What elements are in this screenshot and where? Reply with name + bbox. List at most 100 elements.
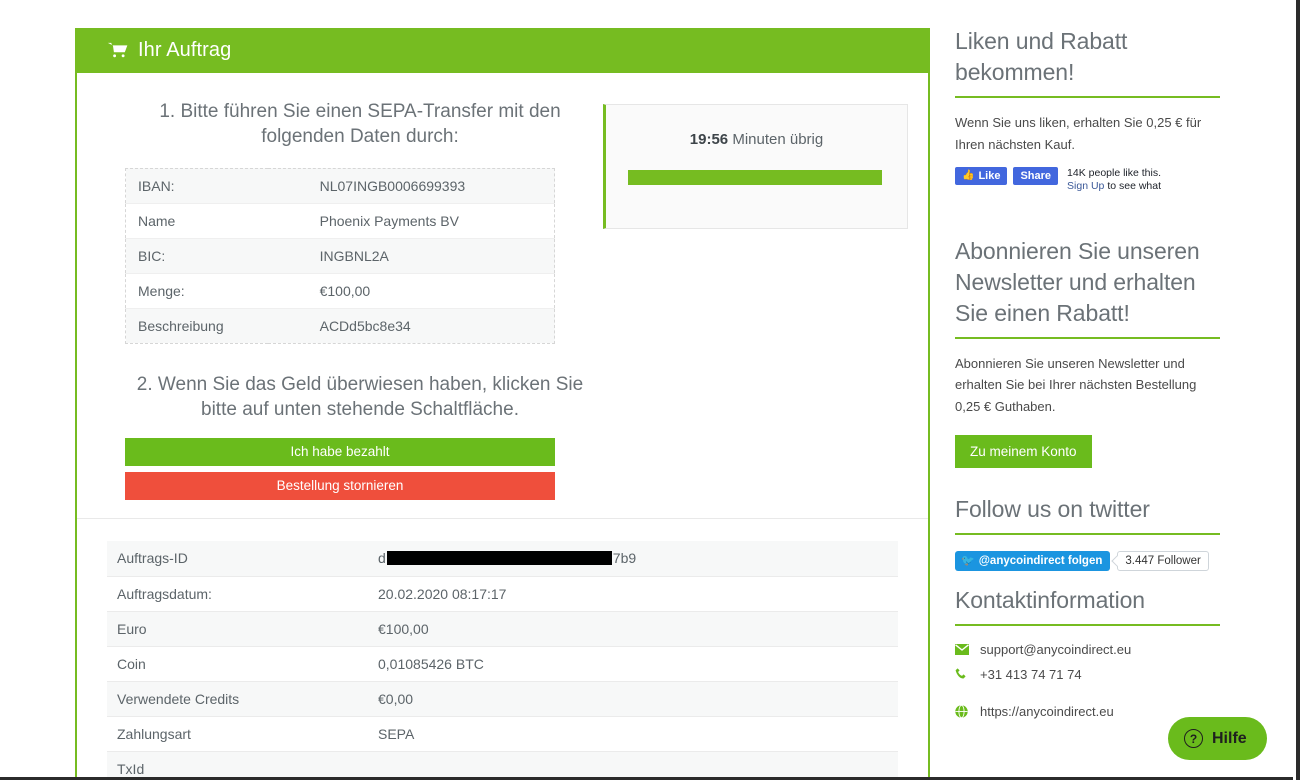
like-heading: Liken und Rabatt bekommen!	[955, 26, 1225, 88]
spacer	[955, 468, 1225, 494]
sepa-label: BIC:	[126, 238, 268, 273]
sidebar: Liken und Rabatt bekommen! Wenn Sie uns …	[955, 26, 1225, 729]
detail-label: Auftrags-ID	[107, 541, 378, 576]
like-count-line2-rest: to see what	[1104, 180, 1161, 192]
sepa-value: INGBNL2A	[268, 238, 555, 273]
sepa-instructions-column: 1. Bitte führen Sie einen SEPA-Transfer …	[97, 99, 595, 500]
table-row: Menge: €100,00	[126, 273, 555, 308]
sepa-value: ACDd5bc8e34	[268, 308, 555, 343]
page-root: Ihr Auftrag 1. Bitte führen Sie einen SE…	[0, 0, 1300, 780]
detail-value-order-id: d 7b9	[378, 541, 898, 576]
question-circle-icon: ?	[1184, 729, 1203, 748]
contact-phone-text: +31 413 74 71 74	[980, 667, 1082, 682]
panel-header: Ihr Auftrag	[75, 28, 930, 73]
table-row: Beschreibung ACDd5bc8e34	[126, 308, 555, 343]
twitter-follow-widget: 🐦 @anycoindirect folgen 3.447 Follower	[955, 551, 1225, 571]
sidebar-section-like: Liken und Rabatt bekommen! Wenn Sie uns …	[955, 26, 1225, 194]
contact-website-text: https://anycoindirect.eu	[980, 704, 1114, 719]
contact-phone-row[interactable]: +31 413 74 71 74	[955, 667, 1225, 682]
detail-label: Verwendete Credits	[107, 681, 378, 716]
like-count-line1: 14K people like this.	[1067, 167, 1161, 179]
page-title: Ihr Auftrag	[138, 39, 231, 62]
i-have-paid-button[interactable]: Ich habe bezahlt	[125, 438, 555, 466]
detail-label: Euro	[107, 611, 378, 646]
table-row: IBAN: NL07INGB0006699393	[126, 168, 555, 203]
cancel-order-button[interactable]: Bestellung stornieren	[125, 472, 555, 500]
twitter-heading: Follow us on twitter	[955, 494, 1225, 525]
table-row: Euro €100,00	[107, 611, 898, 646]
like-body-text: Wenn Sie uns liken, erhalten Sie 0,25 € …	[955, 112, 1225, 155]
sepa-label: Name	[126, 203, 268, 238]
facebook-signup-link[interactable]: Sign Up	[1067, 180, 1104, 192]
detail-value: 0,01085426 BTC	[378, 646, 898, 681]
contact-email-text: support@anycoindirect.eu	[980, 642, 1131, 657]
timer-suffix: Minuten übrig	[728, 131, 823, 148]
section-rule	[955, 96, 1220, 98]
globe-icon	[955, 705, 971, 718]
help-button[interactable]: ? Hilfe	[1168, 717, 1267, 760]
phone-icon	[955, 668, 971, 681]
detail-value	[378, 751, 898, 780]
facebook-like-count: 14K people like this. Sign Up to see wha…	[1067, 167, 1161, 193]
newsletter-heading: Abonnieren Sie unseren Newsletter und er…	[955, 236, 1225, 329]
detail-label: Zahlungsart	[107, 716, 378, 751]
order-details-table: Auftrags-ID d 7b9 Auftragsdatum: 20.02.20…	[107, 541, 898, 780]
order-id-suffix: 7b9	[613, 550, 636, 566]
timer-text: 19:56 Minuten übrig	[628, 131, 885, 148]
contact-heading: Kontaktinformation	[955, 585, 1225, 616]
newsletter-body-text: Abonnieren Sie unseren Newsletter und er…	[955, 353, 1225, 418]
sepa-value: €100,00	[268, 273, 555, 308]
table-row: Auftragsdatum: 20.02.2020 08:17:17	[107, 576, 898, 611]
shopping-cart-icon	[107, 42, 129, 59]
timer-column: 19:56 Minuten übrig	[595, 99, 908, 500]
thumbs-up-icon: 👍	[962, 167, 974, 185]
spacer	[955, 194, 1225, 236]
facebook-like-button[interactable]: 👍 Like	[955, 167, 1007, 185]
sidebar-section-newsletter: Abonnieren Sie unseren Newsletter und er…	[955, 236, 1225, 469]
order-details-section: Auftrags-ID d 7b9 Auftragsdatum: 20.02.20…	[77, 519, 928, 780]
facebook-share-button[interactable]: Share	[1013, 167, 1058, 185]
facebook-share-label: Share	[1020, 167, 1051, 185]
detail-label: Coin	[107, 646, 378, 681]
section-rule	[955, 337, 1220, 339]
timer-progress-fill	[628, 170, 882, 185]
table-row: Auftrags-ID d 7b9	[107, 541, 898, 576]
twitter-bird-icon: 🐦	[961, 551, 975, 571]
timer-value: 19:56	[690, 131, 728, 148]
spacer	[955, 692, 1225, 704]
table-row: Coin 0,01085426 BTC	[107, 646, 898, 681]
countdown-timer-box: 19:56 Minuten übrig	[603, 104, 908, 229]
order-panel: Ihr Auftrag 1. Bitte führen Sie einen SE…	[75, 28, 930, 780]
detail-value: SEPA	[378, 716, 898, 751]
detail-value: 20.02.2020 08:17:17	[378, 576, 898, 611]
go-to-my-account-button[interactable]: Zu meinem Konto	[955, 435, 1092, 468]
detail-label: TxId	[107, 751, 378, 780]
envelope-icon	[955, 644, 971, 655]
sepa-label: Beschreibung	[126, 308, 268, 343]
order-id-prefix: d	[378, 550, 386, 566]
help-button-label: Hilfe	[1212, 730, 1247, 748]
sepa-data-table: IBAN: NL07INGB0006699393 Name Phoenix Pa…	[125, 168, 555, 344]
panel-body: 1. Bitte führen Sie einen SEPA-Transfer …	[77, 73, 928, 500]
detail-label: Auftragsdatum:	[107, 576, 378, 611]
table-row: Verwendete Credits €0,00	[107, 681, 898, 716]
twitter-follow-label: @anycoindirect folgen	[979, 551, 1103, 571]
contact-list: support@anycoindirect.eu +31 413 74 71 7…	[955, 642, 1225, 719]
table-row: TxId	[107, 751, 898, 780]
contact-email-row[interactable]: support@anycoindirect.eu	[955, 642, 1225, 657]
sepa-label: Menge:	[126, 273, 268, 308]
twitter-follower-count[interactable]: 3.447 Follower	[1117, 551, 1208, 571]
facebook-like-label: Like	[978, 167, 1000, 185]
sepa-value: Phoenix Payments BV	[268, 203, 555, 238]
table-row: Zahlungsart SEPA	[107, 716, 898, 751]
section-rule	[955, 533, 1220, 535]
table-row: BIC: INGBNL2A	[126, 238, 555, 273]
step-2-heading: 2. Wenn Sie das Geld überwiesen haben, k…	[125, 372, 595, 423]
timer-progress-track	[628, 170, 885, 185]
detail-value: €0,00	[378, 681, 898, 716]
twitter-follow-button[interactable]: 🐦 @anycoindirect folgen	[955, 551, 1110, 571]
table-row: Name Phoenix Payments BV	[126, 203, 555, 238]
step-1-heading: 1. Bitte führen Sie einen SEPA-Transfer …	[125, 99, 595, 150]
right-edge-line	[1296, 0, 1300, 780]
sepa-value: NL07INGB0006699393	[268, 168, 555, 203]
